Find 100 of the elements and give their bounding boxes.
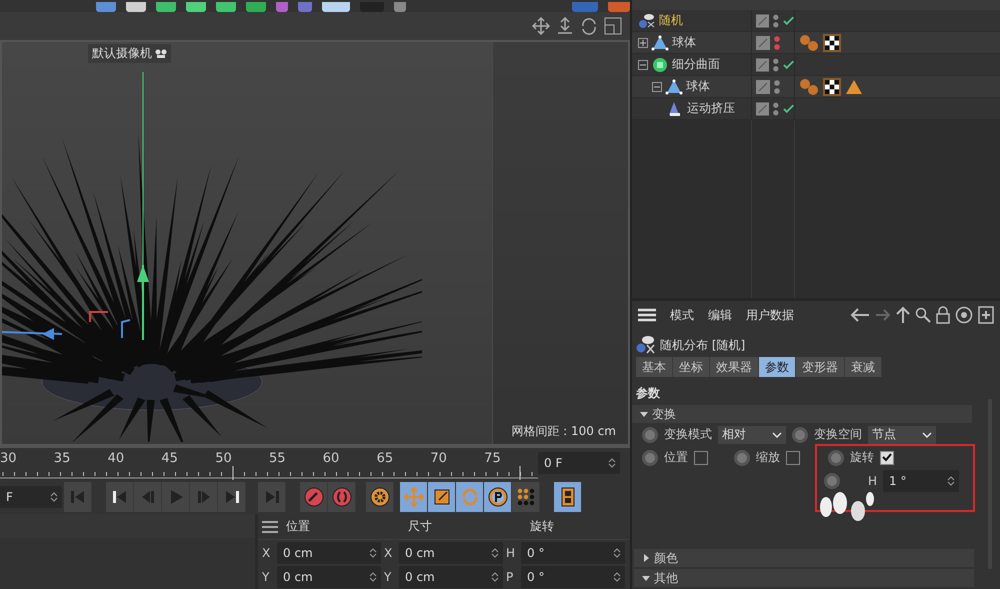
checkbox[interactable] — [694, 450, 708, 464]
coordinate-field[interactable]: 0 ° — [521, 542, 625, 564]
coordinate-field[interactable]: 0 cm — [277, 542, 381, 564]
keyframe-button[interactable] — [824, 472, 840, 488]
object-title: 随机分布 [随机] — [660, 336, 746, 354]
keyframe-button[interactable] — [828, 450, 844, 466]
section-header[interactable]: 变换 — [632, 405, 972, 423]
zoom-view-icon[interactable] — [556, 17, 574, 35]
parameter-label: 缩放 — [756, 449, 780, 466]
transport-button[interactable] — [428, 482, 456, 512]
keyframe-button[interactable] — [642, 450, 658, 466]
tab[interactable]: 坐标 — [673, 357, 710, 377]
tab[interactable]: 变形器 — [796, 357, 845, 377]
checkmark-icon[interactable] — [782, 16, 794, 26]
spinner-icon[interactable] — [608, 457, 616, 469]
transport-button[interactable] — [106, 482, 134, 512]
start-frame-field[interactable]: F — [0, 486, 62, 508]
collapse-icon[interactable] — [652, 82, 662, 92]
spinner-icon[interactable] — [491, 547, 499, 559]
scale-icon — [432, 487, 452, 507]
keyframe-button[interactable] — [734, 450, 750, 466]
section-header[interactable]: 颜色 — [634, 549, 974, 567]
up-arrow-icon[interactable] — [896, 306, 910, 324]
spinner-icon[interactable] — [50, 491, 58, 503]
layer-icon[interactable] — [756, 102, 770, 116]
spinner-icon[interactable] — [613, 547, 621, 559]
triangle-icon — [642, 574, 650, 582]
random-effector-icon — [636, 335, 656, 355]
spinner-icon[interactable] — [613, 571, 621, 583]
toolbar-icon[interactable] — [298, 2, 312, 12]
back-arrow-icon[interactable] — [850, 307, 870, 323]
forward-arrow-icon[interactable] — [875, 307, 891, 323]
lock-icon[interactable] — [936, 306, 950, 324]
tab[interactable]: 参数 — [759, 357, 796, 377]
coordinate-field[interactable]: 0 cm — [277, 566, 381, 588]
checkbox[interactable] — [880, 450, 894, 464]
spinner-icon[interactable] — [491, 571, 499, 583]
rotate-icon — [460, 487, 480, 507]
menu-item[interactable]: 编辑 — [708, 306, 732, 324]
transport-button[interactable] — [218, 482, 246, 512]
visibility-dots-icon[interactable] — [773, 100, 779, 116]
axis-label: P — [506, 570, 514, 584]
collapse-icon[interactable] — [638, 60, 648, 70]
rotation-field[interactable]: 1 ° — [883, 470, 960, 492]
current-frame-field[interactable]: 0 F — [538, 452, 620, 474]
rotate-view-icon[interactable] — [580, 17, 598, 35]
tab[interactable]: 基本 — [636, 357, 673, 377]
layer-icon[interactable] — [756, 14, 770, 28]
keyframe-button[interactable] — [642, 426, 658, 442]
target-icon[interactable] — [955, 306, 973, 324]
checkmark-icon[interactable] — [782, 104, 794, 114]
triangle-tag-icon[interactable] — [845, 78, 863, 94]
transport-button[interactable] — [484, 482, 512, 512]
layout-icon[interactable] — [604, 17, 622, 35]
checker-tag-icon[interactable] — [823, 34, 841, 52]
spinner-icon[interactable] — [369, 571, 377, 583]
object-name[interactable]: 运动挤压 — [687, 100, 735, 117]
axis-label: H — [506, 546, 516, 560]
object-name[interactable]: 球体 — [686, 78, 710, 95]
spinner-icon[interactable] — [369, 547, 377, 559]
visibility-dots-icon[interactable] — [773, 12, 779, 28]
transport-button[interactable] — [366, 482, 394, 512]
layer-icon[interactable] — [756, 80, 770, 94]
coordinate-field[interactable]: 0 cm — [399, 566, 503, 588]
checkbox[interactable] — [786, 450, 800, 464]
visibility-dots-icon[interactable] — [774, 34, 780, 50]
coordinate-field[interactable]: 0 cm — [399, 542, 503, 564]
expand-icon[interactable] — [638, 38, 648, 48]
checker-tag-icon[interactable] — [823, 78, 841, 96]
tab[interactable]: 效果器 — [710, 357, 759, 377]
layer-icon[interactable] — [756, 36, 770, 50]
menu-icon[interactable] — [262, 520, 278, 532]
visibility-dots-icon[interactable] — [773, 56, 779, 72]
object-name[interactable]: 细分曲面 — [672, 56, 720, 73]
tab[interactable]: 衰减 — [845, 357, 882, 377]
new-panel-icon[interactable] — [978, 306, 994, 324]
transport-button[interactable] — [512, 482, 540, 512]
move-view-icon[interactable] — [532, 17, 550, 35]
visibility-dots-icon[interactable] — [774, 78, 780, 94]
parameter-label: 变换空间 — [814, 426, 862, 443]
checkmark-icon[interactable] — [782, 60, 794, 70]
coordinate-field[interactable]: 0 ° — [521, 566, 625, 588]
object-name[interactable]: 球体 — [672, 34, 696, 51]
spinner-icon[interactable] — [947, 474, 956, 486]
menu-item[interactable]: 模式 — [670, 306, 694, 324]
timeline-ruler-drawing[interactable] — [0, 466, 538, 480]
space-dropdown[interactable]: 节点 — [868, 426, 936, 444]
caret-icon — [922, 432, 932, 438]
menu-item[interactable]: 用户数据 — [746, 306, 794, 324]
viewport[interactable]: 默认摄像机 网格间距 : 100 cm — [0, 40, 630, 446]
keyframe-button[interactable] — [792, 426, 808, 442]
search-icon[interactable] — [915, 307, 931, 323]
frame-number: 65 — [376, 451, 394, 466]
layer-icon[interactable] — [756, 58, 770, 72]
transport-button[interactable] — [554, 482, 582, 512]
toolbar-icon[interactable] — [276, 2, 288, 12]
section-header[interactable]: 其他 — [634, 569, 974, 587]
object-name[interactable]: 随机 — [659, 12, 683, 29]
toolbar-icon[interactable] — [394, 2, 406, 12]
mode-dropdown[interactable]: 相对 — [718, 426, 786, 444]
